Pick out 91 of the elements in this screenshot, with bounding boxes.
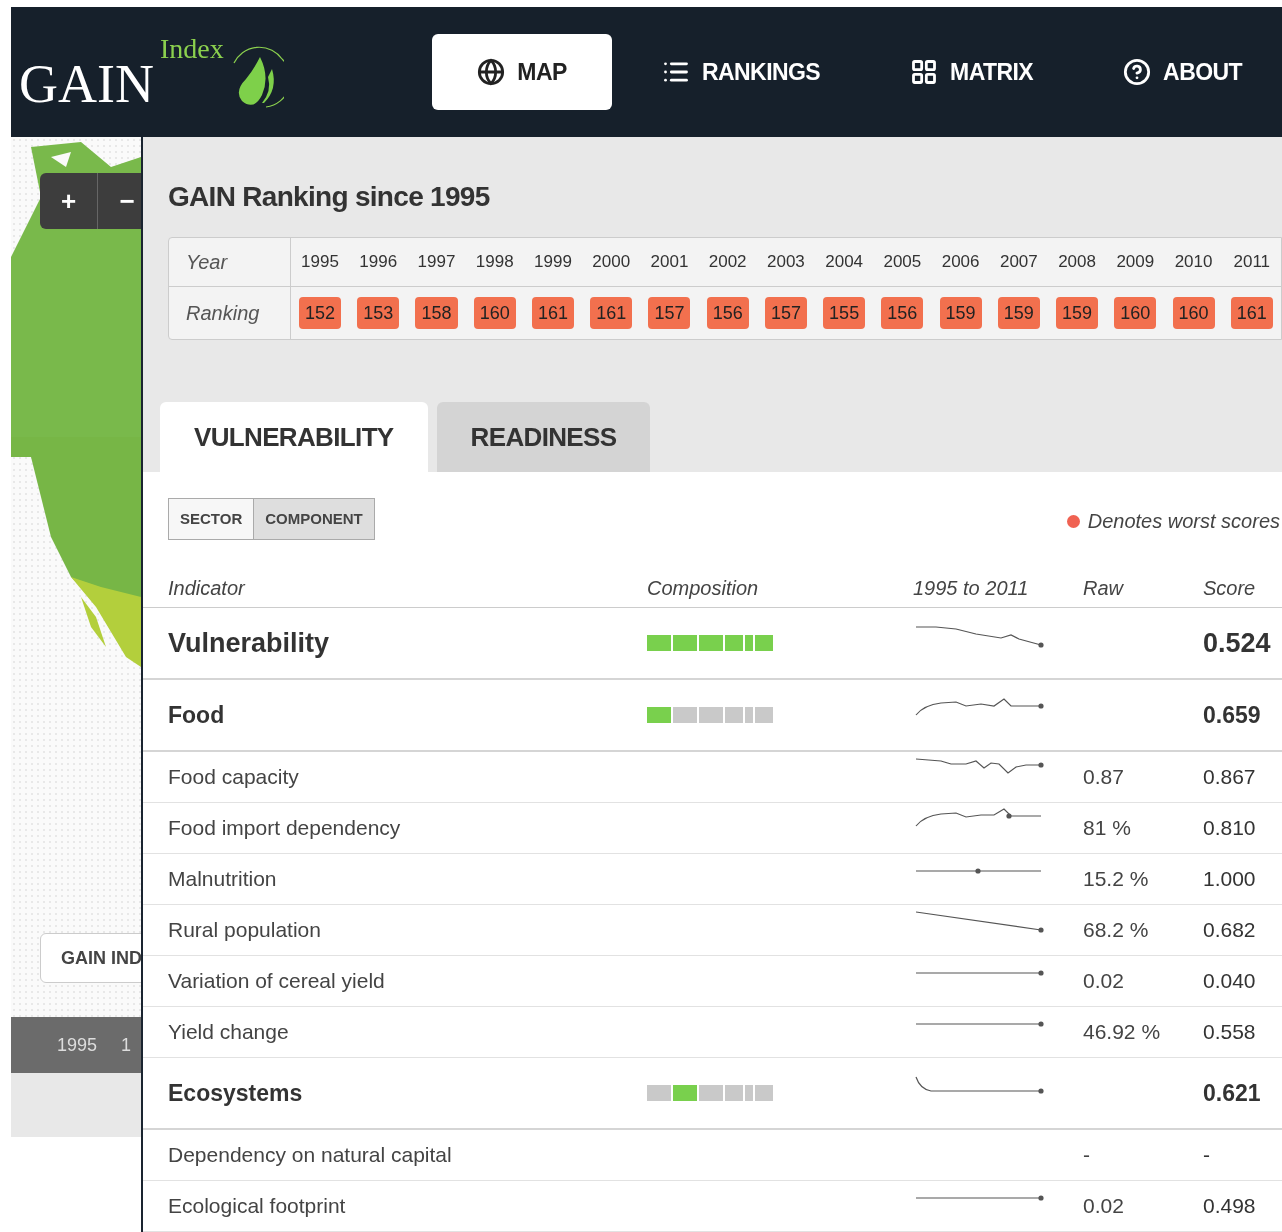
nav-tab[interactable]: MAP [432,34,612,110]
rank-badge: 159 [939,297,982,329]
indicator-name[interactable]: Dependency on natural capital [168,1139,647,1171]
score-value: 0.810 [1203,815,1257,842]
view-toggle-button[interactable]: COMPONENT [253,499,374,539]
year-cell-text: 2001 [649,251,690,274]
rank-badge: 159 [997,297,1040,329]
zoom-button[interactable]: − [98,173,141,229]
logo-text: GAIN [19,57,154,111]
raw-value: 46.92 % [1083,1020,1161,1044]
legend-text: Denotes worst scores [1087,509,1280,534]
raw-value: 0.87 [1083,765,1124,789]
year-cell-text: 1995 [300,251,340,274]
indicator-name[interactable]: Variation of cereal yield [168,965,647,997]
indicator-name[interactable]: Food import dependency [168,812,647,844]
rank-badge: 155 [823,297,866,329]
year-cell-text: 1999 [533,251,573,274]
year-cell-text: 2007 [998,251,1039,274]
year-cell-text: 2011 [1232,251,1272,274]
year-cell-text: 2004 [824,251,865,274]
year-cell-text: 2002 [707,251,748,274]
nav-tab[interactable]: RANKINGS [622,34,861,110]
rank-badge: 152 [299,297,342,329]
indicator-name[interactable]: Ecosystems [168,1075,647,1111]
raw-value: - [1083,1143,1090,1167]
year-cell-text: 2000 [591,251,632,274]
rank-badge: 156 [706,297,749,329]
year-cell-text: 1996 [358,251,399,274]
raw-value: 0.02 [1083,969,1124,993]
indicator-name[interactable]: Food [168,697,647,733]
rank-badge: 153 [357,297,400,329]
raw-value: 0.02 [1083,1194,1124,1218]
score-value: 0.867 [1203,764,1257,791]
column-header: Indicator [168,576,247,601]
raw-value: 15.2 % [1083,867,1149,891]
index-button[interactable]: GAIN IND [40,933,141,983]
column-header: 1995 to 2011 [913,576,1030,601]
zoom-button[interactable]: + [40,173,98,229]
year-cell-text: 1998 [474,251,515,274]
score-value: 0.659 [1203,700,1262,730]
row-label: Year [169,238,291,286]
nav-tab[interactable]: MATRIX [870,34,1074,110]
rank-badge: 156 [881,297,924,329]
raw-value: 68.2 % [1083,918,1149,942]
view-toggle-button[interactable]: SECTOR [169,499,254,539]
raw-value: 81 % [1083,816,1131,840]
rank-badge: 161 [531,297,574,329]
rank-badge: 157 [648,297,691,329]
score-value: 0.682 [1203,917,1257,944]
year-cell-text: 2006 [940,251,981,274]
row-label: Ranking [169,287,291,339]
year-cell-text: 1997 [416,251,457,274]
indicator-name[interactable]: Yield change [168,1016,647,1048]
score-value: 0.621 [1203,1078,1262,1108]
rank-badge: 158 [415,297,458,329]
timeline-year[interactable]: 1995 [57,1031,98,1059]
score-value: 0.524 [1203,626,1272,660]
indicator-name[interactable]: Rural population [168,914,647,946]
indicator-name[interactable]: Malnutrition [168,863,647,895]
score-value: 0.040 [1203,968,1257,995]
rank-badge: 157 [764,297,807,329]
column-header: Score [1203,576,1257,601]
ranking-title: GAIN Ranking since 1995 [168,183,491,211]
rank-badge: 161 [1230,297,1273,329]
indicator-name[interactable]: Vulnerability [168,622,647,664]
year-cell-text: 2009 [1115,251,1156,274]
score-value: 1.000 [1203,866,1257,893]
indicator-name[interactable]: Ecological footprint [168,1190,647,1222]
column-header: Composition [647,576,760,601]
grid-icon [910,58,939,86]
column-header: Raw [1083,576,1125,601]
section-tab[interactable]: READINESS [436,402,651,472]
year-cell-text: 2005 [882,251,923,274]
section-tab[interactable]: VULNERABILITY [160,402,428,472]
rank-badge: 159 [1056,297,1099,329]
rank-badge: 161 [590,297,633,329]
score-value: 0.498 [1203,1193,1257,1220]
year-cell-text: 2003 [766,251,806,274]
rank-badge: 160 [1114,297,1157,329]
rank-badge: 160 [473,297,516,329]
year-cell-text: 2010 [1173,251,1214,274]
timeline-year[interactable]: 1 [121,1031,132,1059]
logo-subtext: Index [160,35,224,63]
nav-tab[interactable]: ABOUT [1083,34,1282,110]
score-value: 0.558 [1203,1019,1257,1046]
help-icon [1123,58,1152,86]
year-cell-text: 2008 [1057,251,1097,274]
globe-icon [477,58,506,86]
indicator-name[interactable]: Food capacity [168,761,647,793]
rank-badge: 160 [1172,297,1215,329]
score-value: - [1203,1142,1211,1169]
